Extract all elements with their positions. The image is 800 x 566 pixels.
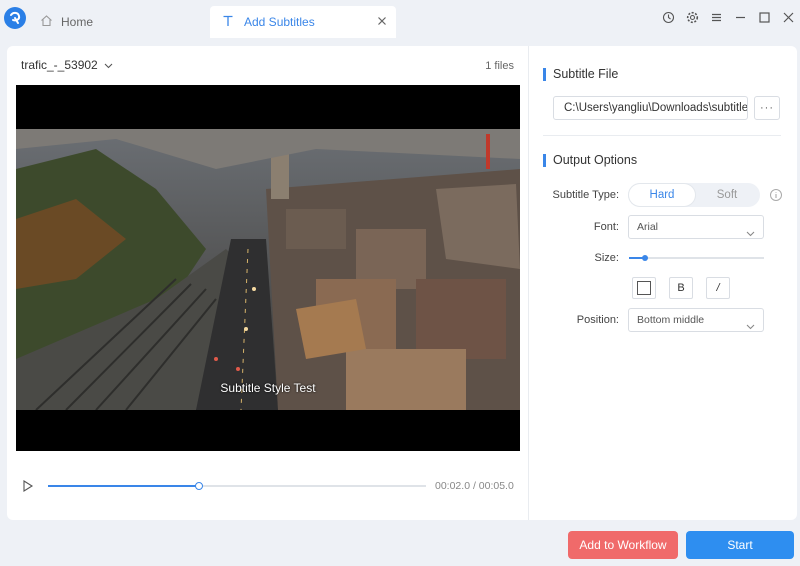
font-value: Arial <box>637 221 659 233</box>
progress-fill <box>48 485 200 487</box>
position-value: Bottom middle <box>637 314 705 326</box>
app-logo-icon <box>4 7 26 29</box>
info-icon[interactable] <box>769 188 783 202</box>
file-count: 1 files <box>485 60 514 72</box>
position-label: Position: <box>576 314 619 326</box>
chevron-down-icon <box>746 223 755 245</box>
position-dropdown[interactable]: Bottom middle <box>628 308 764 332</box>
chevron-down-icon <box>746 316 755 338</box>
time-display: 00:02.0 / 00:05.0 <box>435 480 514 492</box>
subtitle-path-field[interactable]: C:\Users\yangliu\Downloads\subtitle <box>553 96 748 120</box>
subtitle-type-label: Subtitle Type: <box>552 189 619 201</box>
main-panel: trafic_-_53902 1 files Subtitle Style Te… <box>7 46 797 520</box>
section-divider <box>543 135 781 136</box>
subtitle-file-heading: Subtitle File <box>543 67 618 81</box>
menu-icon[interactable] <box>704 8 728 26</box>
tab-home[interactable]: Home <box>36 6 206 38</box>
size-label: Size: <box>594 252 619 264</box>
font-dropdown[interactable]: Arial <box>628 215 764 239</box>
play-icon[interactable] <box>21 479 35 493</box>
subtitle-type-hard[interactable]: Hard <box>629 184 695 206</box>
maximize-icon[interactable] <box>752 8 776 26</box>
history-icon[interactable] <box>656 8 680 26</box>
tab-add-subtitles[interactable]: Add Subtitles <box>210 6 396 38</box>
home-icon <box>40 14 53 30</box>
browse-button[interactable]: ··· <box>754 96 780 120</box>
font-color-button[interactable] <box>632 277 656 299</box>
video-preview: Subtitle Style Test <box>16 85 520 451</box>
player-controls: 00:02.0 / 00:05.0 <box>7 476 528 496</box>
chevron-down-icon <box>104 58 113 72</box>
progress-bar[interactable] <box>48 482 426 490</box>
text-t-icon <box>222 15 234 30</box>
bold-button[interactable]: B <box>669 277 693 299</box>
start-button[interactable]: Start <box>686 531 794 559</box>
file-name: trafic_-_53902 <box>21 58 98 72</box>
add-to-workflow-button[interactable]: Add to Workflow <box>568 531 678 559</box>
video-frame-image <box>16 129 520 410</box>
window-controls <box>656 8 800 26</box>
color-swatch <box>637 281 651 295</box>
subtitle-preview-text: Subtitle Style Test <box>220 381 316 395</box>
subtitle-type-soft[interactable]: Soft <box>694 183 760 207</box>
settings-icon[interactable] <box>680 8 704 26</box>
italic-button[interactable]: / <box>706 277 730 299</box>
font-label: Font: <box>593 221 619 233</box>
tab-add-subtitles-label: Add Subtitles <box>244 15 315 29</box>
progress-handle[interactable] <box>195 482 204 490</box>
preview-panel: trafic_-_53902 1 files Subtitle Style Te… <box>7 46 528 520</box>
subtitle-type-toggle: Soft Hard <box>628 183 760 207</box>
tab-home-label: Home <box>61 15 94 29</box>
close-tab-icon[interactable] <box>376 15 388 27</box>
size-slider-handle[interactable] <box>642 255 649 261</box>
file-selector[interactable]: trafic_-_53902 <box>21 58 113 72</box>
output-options-heading: Output Options <box>543 153 637 167</box>
close-icon[interactable] <box>776 8 800 26</box>
minimize-icon[interactable] <box>728 8 752 26</box>
size-slider[interactable] <box>629 255 764 261</box>
settings-panel: Subtitle File C:\Users\yangliu\Downloads… <box>529 46 797 520</box>
title-bar: Home Add Subtitles <box>0 0 800 38</box>
